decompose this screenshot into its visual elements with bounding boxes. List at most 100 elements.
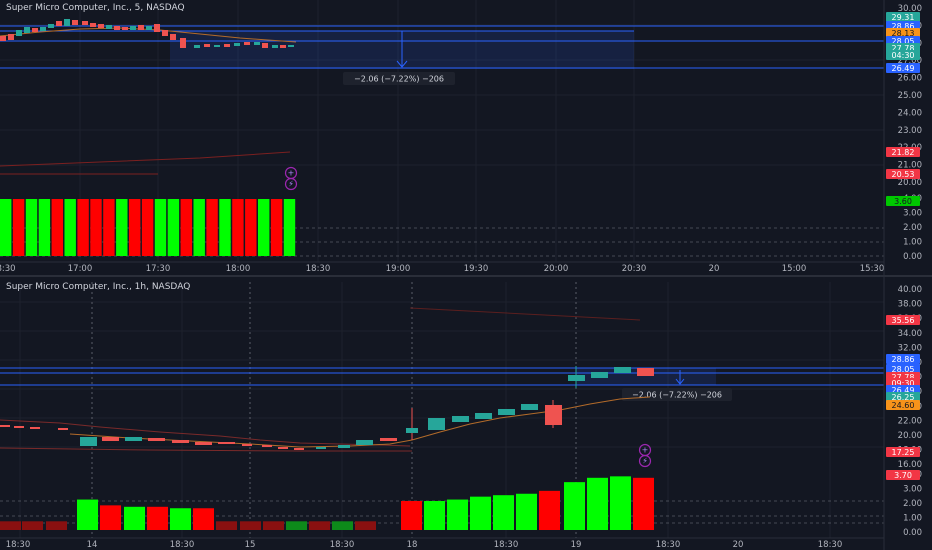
time-tick-label: 19:30 <box>464 264 489 274</box>
candle <box>162 30 168 36</box>
time-tick-label: 18:30 <box>818 540 843 550</box>
volume-bar <box>216 521 237 530</box>
candle <box>154 24 160 32</box>
price-tick-label: 26.00 <box>898 74 922 84</box>
candle <box>56 21 62 26</box>
time-tick-label: 8:30 <box>0 264 16 274</box>
volume-bar <box>610 476 631 530</box>
volume-bar <box>587 477 608 530</box>
volume-bar <box>51 199 63 256</box>
time-tick-label: 19:00 <box>386 264 411 274</box>
time-tick-label: 20 <box>709 264 720 274</box>
volume-bar <box>46 521 67 530</box>
candle <box>498 409 515 415</box>
volume-bar <box>25 199 38 256</box>
candle <box>195 442 212 445</box>
price-tick-label: 0.00 <box>903 528 922 538</box>
volume-bar <box>129 199 141 256</box>
volume-bar <box>193 199 205 256</box>
price-tick-label: 23.00 <box>898 126 922 136</box>
price-tick-label: 24.00 <box>898 108 922 118</box>
volume-bar <box>90 199 102 256</box>
candle <box>591 372 608 378</box>
price-tag-label: 04:30 <box>891 51 914 60</box>
volume-bar <box>0 199 12 256</box>
earnings-icon: ⚡ <box>642 457 648 466</box>
price-tag: 24.60 <box>886 400 920 410</box>
price-tag: 20.53 <box>886 169 920 179</box>
price-tag: 29.31 <box>886 12 920 22</box>
volume-bar <box>38 199 51 256</box>
candle <box>614 367 631 373</box>
time-tick-label: 18:30 <box>494 540 519 550</box>
volume-bar <box>516 493 537 530</box>
candle <box>146 26 152 30</box>
price-tick-label: 25.00 <box>898 91 922 101</box>
price-tick-label: 2.00 <box>903 223 922 233</box>
candle <box>138 25 144 30</box>
time-tick-label: 17:00 <box>68 264 93 274</box>
time-tick-label: 18:30 <box>306 264 331 274</box>
volume-bar <box>493 495 514 530</box>
volume-bar <box>283 199 296 256</box>
candle <box>254 42 260 45</box>
volume-bar <box>206 199 218 256</box>
candle <box>242 444 252 446</box>
time-tick-label: 20 <box>733 540 744 550</box>
candle <box>80 437 97 446</box>
price-tag-label: 3.70 <box>894 471 912 480</box>
candle <box>218 442 235 444</box>
price-tick-label: 40.00 <box>898 285 922 295</box>
price-tag-label: 20.53 <box>892 170 915 179</box>
candle <box>48 24 54 28</box>
candle <box>280 45 286 48</box>
time-tick-label: 20:30 <box>622 264 647 274</box>
candle <box>224 44 230 47</box>
candle <box>98 24 104 28</box>
time-tick-label: 15:00 <box>782 264 807 274</box>
price-tag-label: 26.49 <box>892 64 915 73</box>
volume-bar <box>401 501 422 530</box>
price-tag: 28.86 <box>886 354 920 364</box>
volume-bar <box>141 199 154 256</box>
volume-bar <box>258 199 270 256</box>
time-tick-label: 14 <box>87 540 98 550</box>
volume-bar <box>100 505 121 530</box>
time-tick-label: 18:30 <box>170 540 195 550</box>
earnings-icon: ⚡ <box>288 180 294 189</box>
volume-bar <box>12 199 25 256</box>
dividend-icon: + <box>642 446 649 455</box>
time-tick-label: 18:30 <box>6 540 31 550</box>
top-chart-title[interactable]: Super Micro Computer, Inc., 5, NASDAQ <box>6 3 185 13</box>
volume-bar <box>0 521 21 530</box>
price-tick-label: 20.00 <box>898 431 922 441</box>
price-tag-label: 29.31 <box>892 13 915 22</box>
candle <box>406 428 418 433</box>
candle <box>122 27 128 30</box>
chart-canvas[interactable]: −2.06 (−7.22%) −206 + ⚡ Super Micro Comp… <box>0 0 932 550</box>
candle <box>380 438 397 441</box>
candle <box>72 20 78 25</box>
bottom-chart-title[interactable]: Super Micro Computer, Inc., 1h, NASDAQ <box>6 282 190 292</box>
candle <box>125 437 142 441</box>
price-tick-label: 1.00 <box>903 514 922 524</box>
volume-bar <box>332 521 353 530</box>
candle <box>24 27 30 33</box>
measure-label-box: −2.06 (−7.22%) −206 <box>622 388 732 401</box>
price-tick-label: 20.00 <box>898 178 922 188</box>
volume-bar <box>447 499 468 530</box>
volume-bar <box>240 521 261 530</box>
measure-label-box: −2.06 (−7.22%) −206 <box>343 72 455 85</box>
volume-bar <box>124 506 145 530</box>
candle <box>316 447 326 449</box>
volume-bar <box>539 490 560 530</box>
price-tick-label: 2.00 <box>903 499 922 509</box>
candle <box>338 445 350 448</box>
time-tick-label: 17:30 <box>146 264 171 274</box>
candle <box>272 45 278 48</box>
volume-bar <box>77 499 98 530</box>
price-tag-label: 21.82 <box>892 148 915 157</box>
price-tag-label: 3.60 <box>894 197 912 206</box>
dividend-icon: + <box>288 169 295 178</box>
volume-bar <box>193 508 214 530</box>
